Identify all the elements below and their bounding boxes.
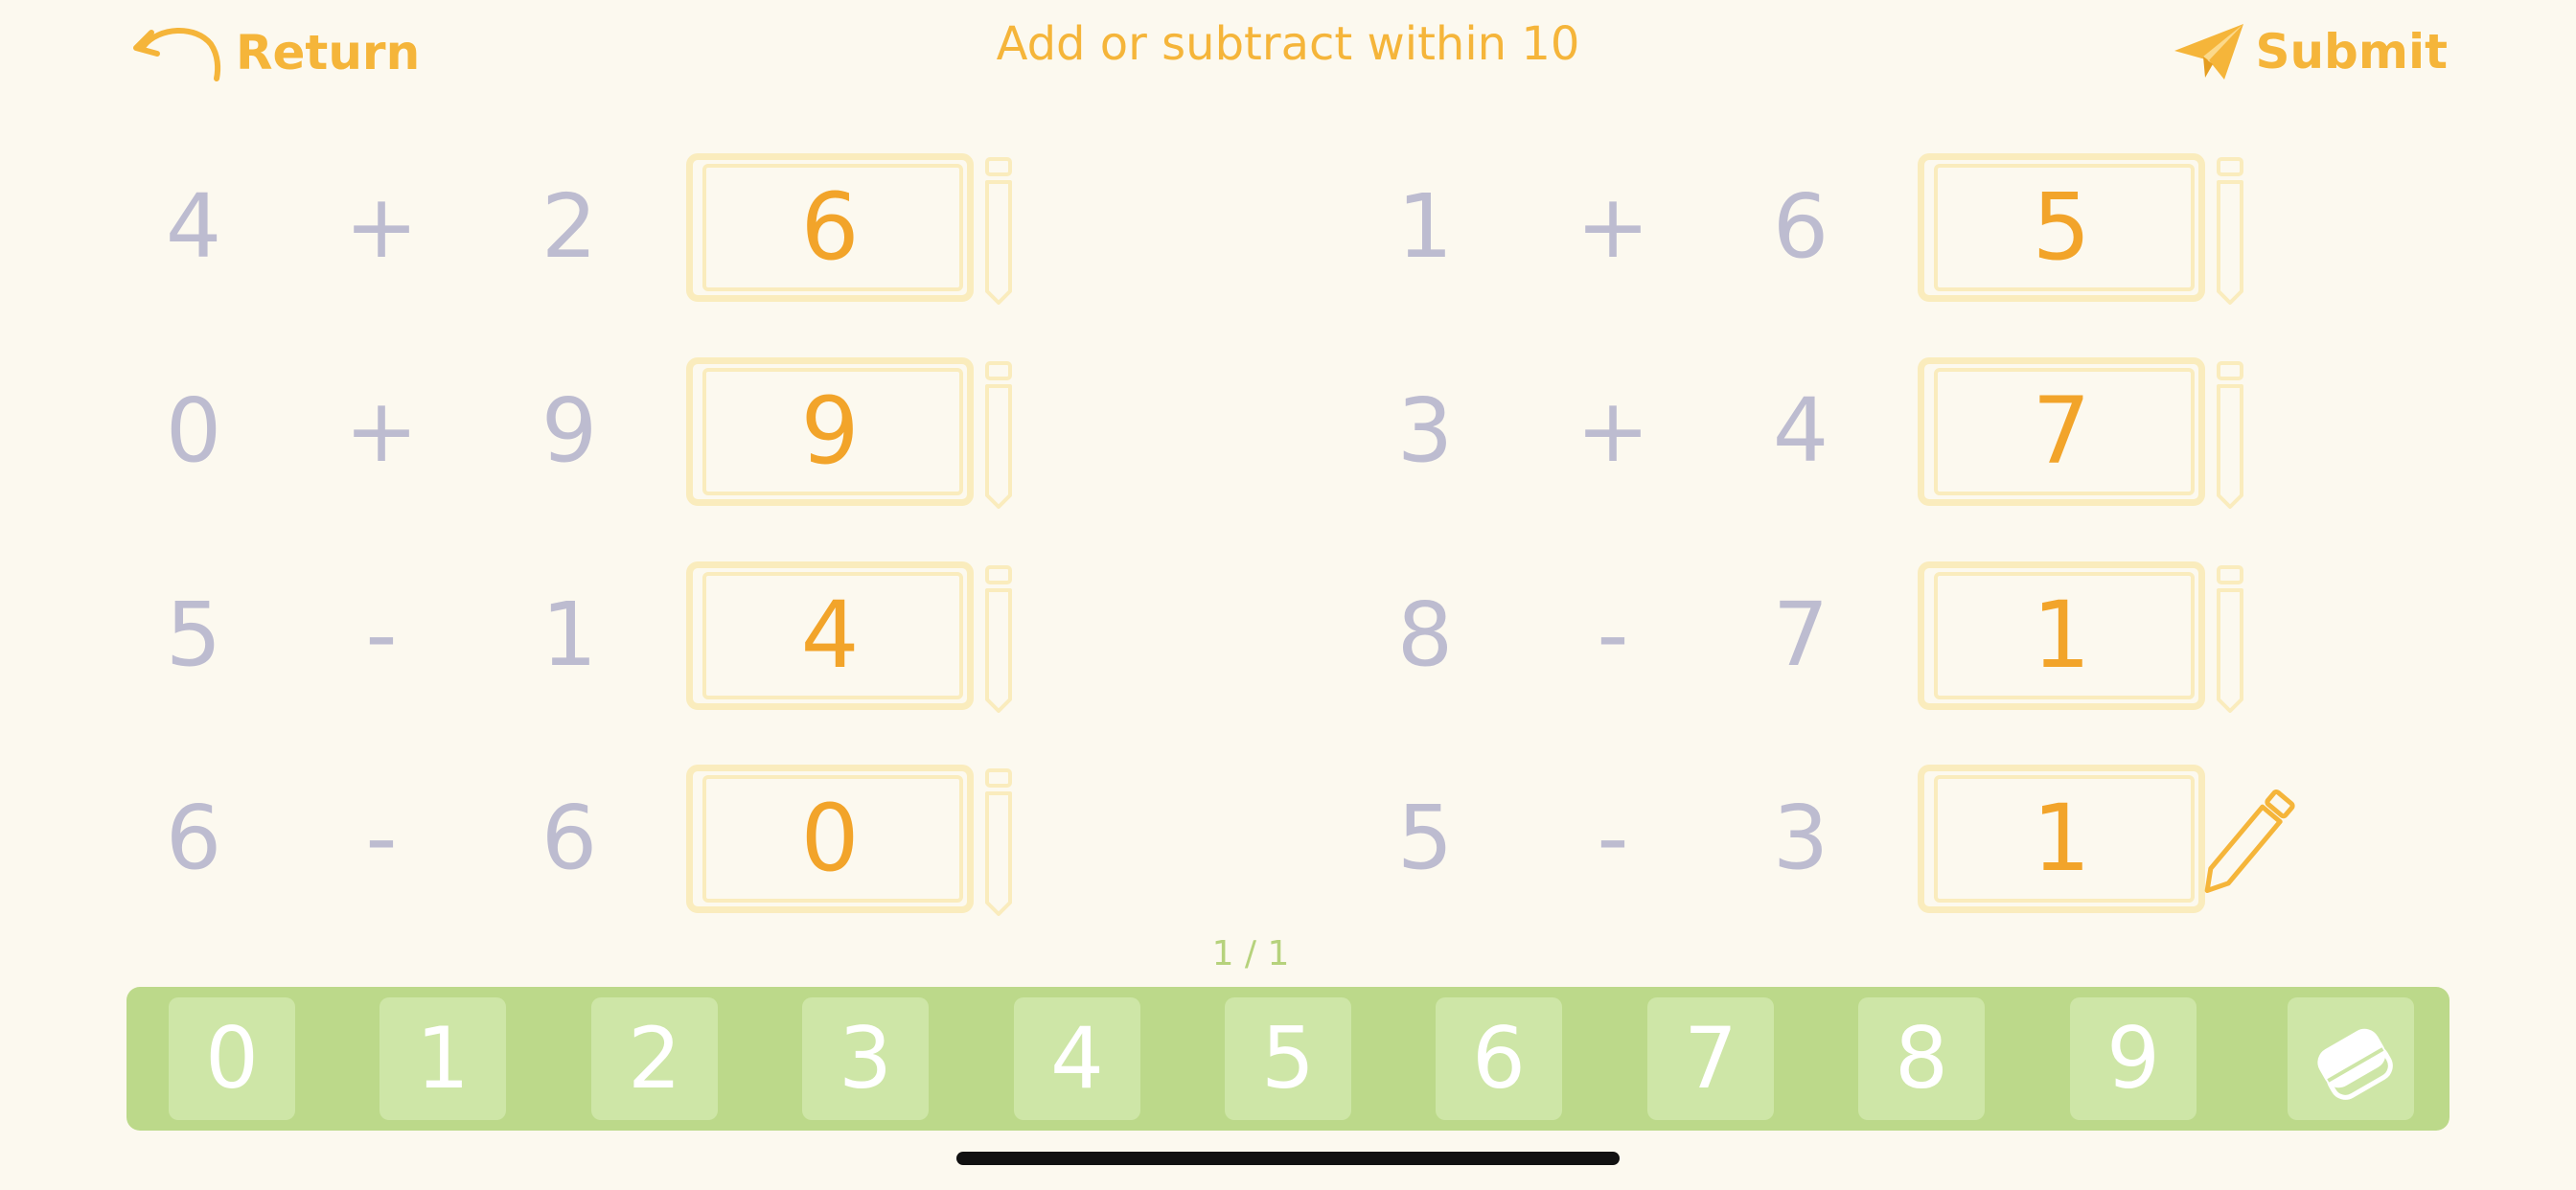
digit-key-8[interactable]: 8 [1858,997,1985,1120]
answer-box[interactable]: 7 [1918,357,2205,506]
problem-row: 5-1=4 [136,554,1190,717]
eraser-key[interactable] [2288,997,2414,1120]
pencil-icon[interactable] [978,357,1020,511]
problem-row: 0+9=9 [136,350,1190,513]
answer-box[interactable]: 5 [1918,153,2205,302]
answer-value: 4 [800,582,860,689]
pencil-icon[interactable] [2209,561,2251,715]
digit-key-0[interactable]: 0 [169,997,295,1120]
digit-key-4[interactable]: 4 [1014,997,1140,1120]
digit-key-9[interactable]: 9 [2070,997,2196,1120]
answer-value: 7 [2032,378,2091,485]
answer-box[interactable]: 4 [686,561,974,710]
operand-a: 3 [1396,379,1454,482]
problem-grid: 4+2=61+6=50+9=93+4=75-1=48-7=16-6=05-3=1 [0,0,2576,958]
digit-key-2[interactable]: 2 [591,997,718,1120]
operand-a: 0 [165,379,222,482]
answer-box[interactable]: 6 [686,153,974,302]
answer-box[interactable]: 1 [1918,765,2205,913]
answer-box[interactable]: 9 [686,357,974,506]
home-indicator [956,1152,1620,1165]
answer-value: 1 [2032,785,2091,892]
pencil-icon[interactable] [2209,357,2251,511]
pencil-icon[interactable] [2209,153,2251,307]
answer-box[interactable]: 0 [686,765,974,913]
operand-b: 7 [1772,584,1829,686]
page-indicator: 1 / 1 [1211,934,1290,973]
operand-b: 2 [540,175,598,278]
problem-row: 1+6=5 [1368,146,2422,309]
operator: + [1576,175,1650,278]
pencil-icon[interactable] [978,561,1020,715]
active-pencil-icon[interactable] [2188,778,2303,912]
problem-row: 6-6=0 [136,757,1190,920]
operand-a: 6 [165,787,222,889]
operand-b: 4 [1772,379,1829,482]
operator: - [365,584,398,686]
problem-row: 4+2=6 [136,146,1190,309]
pencil-icon[interactable] [978,153,1020,307]
digit-key-5[interactable]: 5 [1225,997,1351,1120]
answer-box[interactable]: 1 [1918,561,2205,710]
digit-key-3[interactable]: 3 [802,997,929,1120]
answer-value: 1 [2032,582,2091,689]
operand-a: 4 [165,175,222,278]
answer-value: 9 [800,378,860,485]
operand-a: 5 [165,584,222,686]
number-keypad: 9876543210 [126,987,2450,1131]
operator: + [344,175,419,278]
answer-value: 0 [800,785,860,892]
digit-key-6[interactable]: 6 [1436,997,1562,1120]
answer-value: 6 [800,173,860,281]
operand-a: 5 [1396,787,1454,889]
problem-row: 3+4=7 [1368,350,2422,513]
eraser-icon [2317,1028,2393,1100]
operator: - [1597,787,1629,889]
operator: - [365,787,398,889]
operator: + [344,379,419,482]
digit-key-7[interactable]: 7 [1647,997,1774,1120]
digit-key-1[interactable]: 1 [380,997,506,1120]
operator: - [1597,584,1629,686]
answer-value: 5 [2032,173,2091,281]
operand-b: 3 [1772,787,1829,889]
operand-b: 9 [540,379,598,482]
operand-a: 1 [1396,175,1454,278]
pencil-icon[interactable] [978,765,1020,918]
operand-b: 6 [1772,175,1829,278]
problem-row: 8-7=1 [1368,554,2422,717]
operator: + [1576,379,1650,482]
operand-b: 1 [540,584,598,686]
operand-a: 8 [1396,584,1454,686]
problem-row: 5-3=1 [1368,757,2422,920]
operand-b: 6 [540,787,598,889]
